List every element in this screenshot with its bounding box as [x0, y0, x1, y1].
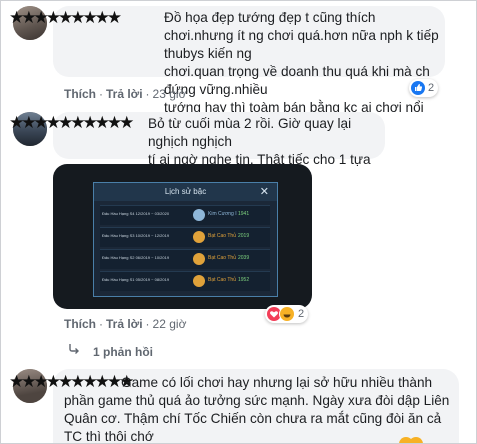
season-label: Đấu Hầu Hạng S2 06/2019 ~ 10/2019	[102, 255, 170, 260]
season-label: Đấu Hầu Hạng S4 12/2019 ~ 03/2020	[102, 211, 170, 216]
comment-text: Đồ họa đẹp tướng đẹp t cũng thích chơi.n…	[164, 10, 439, 115]
rank-row: Đấu Hầu Hạng S2 06/2019 ~ 10/2019 Bạt Ca…	[100, 249, 270, 269]
like-link[interactable]: Thích	[64, 317, 96, 331]
reaction-summary[interactable]: 2	[265, 305, 309, 323]
rank-name: Kim Cương I	[208, 211, 237, 217]
view-replies-link[interactable]: 1 phản hồi	[93, 345, 153, 359]
reaction-count: 2	[298, 308, 305, 320]
rank-badge-icon	[193, 231, 205, 243]
reply-link[interactable]: Trả lời	[106, 317, 143, 331]
close-icon: ✕	[259, 186, 269, 198]
haha-reaction-icon	[279, 306, 295, 322]
name-redaction-stars: ★★★★★★★★★	[9, 8, 122, 27]
like-reaction-icon	[411, 81, 425, 95]
rank-score: 2039	[238, 255, 250, 261]
rank-name: Bạt Cao Thủ	[208, 233, 236, 239]
name-redaction-stars: ★★★★★★★★★★	[9, 113, 134, 132]
rank-score: 1952	[238, 277, 250, 283]
like-link[interactable]: Thích	[64, 87, 96, 101]
reaction-count: 2	[428, 82, 435, 94]
rank-history-panel: Lịch sử bậc ✕ Đấu Hầu Hạng S4 12/2019 ~ …	[93, 182, 278, 297]
season-label: Đấu Hầu Hạng S1 05/2019 ~ 08/2019	[102, 277, 170, 282]
reply-arrow-icon	[67, 342, 81, 356]
season-label: Đấu Hầu Hạng S3 10/2019 ~ 12/2019	[102, 233, 170, 238]
haha-reaction-icon[interactable]	[409, 437, 423, 443]
comments-thread: ★★★★★★★★★ Đồ họa đẹp tướng đẹp t cũng th…	[0, 0, 477, 444]
rank-badge-icon	[193, 253, 205, 265]
attached-image[interactable]: Lịch sử bậc ✕ Đấu Hầu Hạng S4 12/2019 ~ …	[53, 164, 312, 309]
rank-row: Đấu Hầu Hạng S4 12/2019 ~ 03/2020 Kim Cư…	[100, 205, 270, 225]
rank-row: Đấu Hầu Hạng S1 05/2019 ~ 08/2019 Bạt Ca…	[100, 271, 270, 291]
rank-name: Bạt Cao Thủ	[208, 277, 236, 283]
timestamp[interactable]: 23 giờ	[153, 87, 187, 101]
rank-name: Bạt Cao Thủ	[208, 255, 236, 261]
rank-score: 1941	[238, 211, 250, 217]
reaction-summary[interactable]: 2	[409, 79, 439, 97]
rank-row: Đấu Hầu Hạng S3 10/2019 ~ 12/2019 Bạt Ca…	[100, 227, 270, 247]
rank-badge-icon	[193, 275, 205, 287]
comment-actions: Thích · Trả lời · 22 giờ	[64, 317, 187, 331]
reply-link[interactable]: Trả lời	[106, 87, 143, 101]
timestamp[interactable]: 22 giờ	[153, 317, 187, 331]
comment-actions: Thích · Trả lời · 23 giờ	[64, 87, 187, 101]
panel-title: Lịch sử bậc	[94, 183, 277, 201]
rank-badge-icon	[193, 209, 205, 221]
rank-score: 2019	[238, 233, 250, 239]
comment-text: Game có lối chơi hay nhưng lại sở hữu nh…	[64, 375, 450, 444]
